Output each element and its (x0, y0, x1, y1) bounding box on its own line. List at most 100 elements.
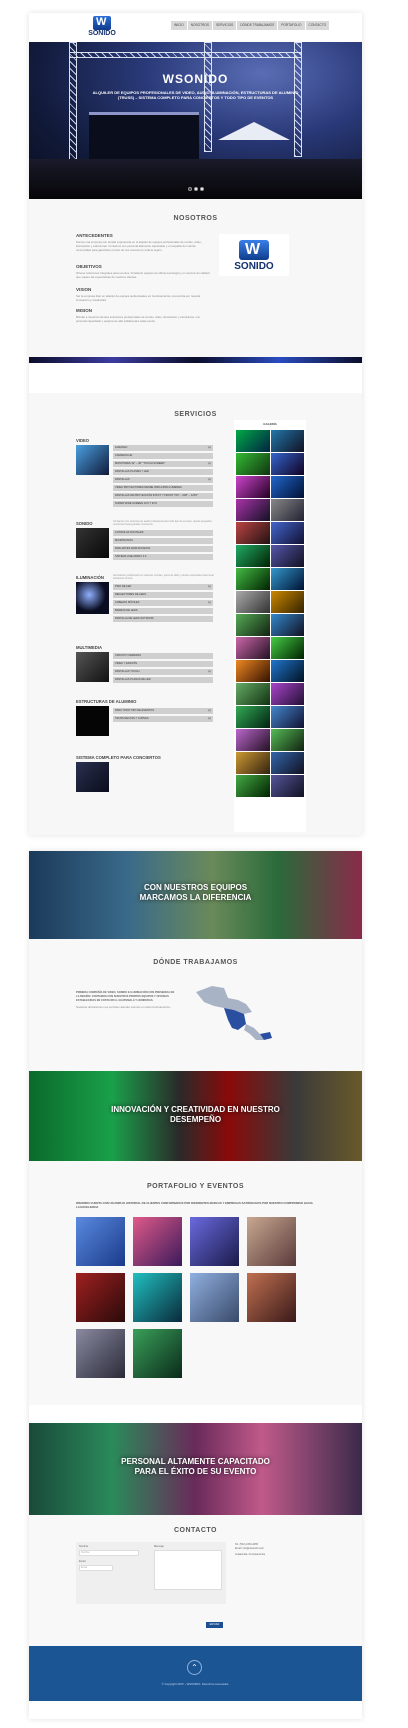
portfolio-image[interactable] (247, 1273, 296, 1322)
gallery-image[interactable] (236, 568, 270, 590)
service-item[interactable]: PANTALLAS TOUCH (+) (113, 669, 213, 675)
gallery-image[interactable] (236, 614, 270, 636)
gallery-panel: GALERÍA (234, 420, 306, 832)
site-header: SONIDO INICIO NOSOTROS SERVICIOS DÓNDE T… (29, 13, 362, 42)
section-title-portafolio: PORTAFOLIO Y EVENTOS (147, 1183, 244, 1190)
gallery-image[interactable] (236, 706, 270, 728)
contact-form: Nombre Nombre Email Email Mensaje ENVIAR (76, 1542, 226, 1628)
portfolio-image[interactable] (133, 1329, 182, 1378)
gallery-image[interactable] (270, 660, 304, 682)
portfolio-image[interactable] (76, 1217, 125, 1266)
service-item[interactable]: CIRCUITO CERRADO (113, 653, 213, 659)
input-mensaje[interactable] (154, 1550, 222, 1590)
banner-innovacion-text: INNOVACIÓN Y CREATIVIDAD EN NUESTRO DESE… (111, 1105, 280, 1124)
gallery-image[interactable] (236, 752, 270, 774)
section-title-contacto: CONTACTO (173, 1527, 218, 1534)
service-item[interactable]: PANTALLAS PLANAS DE LED (113, 677, 213, 683)
gallery-image[interactable] (236, 476, 270, 498)
service-item[interactable]: BARRAS DE LEDS (113, 608, 213, 614)
nav-donde-trabajamos[interactable]: DÓNDE TRABAJAMOS (237, 21, 278, 30)
slider-dot[interactable] (188, 187, 192, 191)
site-logo[interactable]: SONIDO (85, 16, 119, 40)
sonido-desc: Contamos con sistemas de audio profesion… (113, 520, 212, 527)
nav-portafolio[interactable]: PORTAFOLIO (278, 21, 305, 30)
service-item[interactable]: PISO DE LED (+) (113, 584, 213, 590)
nav-contacto[interactable]: CONTACTO (305, 21, 330, 30)
service-item[interactable]: SUPER WIDE SCREEN 16:9 Y 32:9 (113, 501, 213, 507)
portfolio-image[interactable] (76, 1273, 125, 1322)
service-item[interactable]: PANTALLAS DE PROYECCIÓN 6X8 FT Y FRONT 7… (113, 493, 213, 499)
gallery-image[interactable] (236, 522, 270, 544)
gallery-image[interactable] (270, 453, 304, 475)
gallery-image[interactable] (236, 775, 270, 797)
gallery-image[interactable] (236, 591, 270, 613)
send-button[interactable]: ENVIAR (206, 1622, 223, 1628)
service-item[interactable]: PARLANTES AMPLIFICADOS (113, 546, 213, 552)
service-item[interactable]: CABEZAS MÓVILES (+) (113, 600, 213, 606)
gallery-grid (236, 430, 304, 797)
gallery-image[interactable] (270, 637, 304, 659)
gallery-image[interactable] (270, 430, 304, 452)
gallery-image[interactable] (236, 499, 270, 521)
gallery-image[interactable] (270, 683, 304, 705)
gallery-image[interactable] (270, 545, 304, 567)
portfolio-image[interactable] (190, 1217, 239, 1266)
service-item[interactable]: MONITORES 32" – 46" "TOUCH SCREEN" (+) (113, 461, 213, 467)
nav-nosotros[interactable]: NOSOTROS (187, 21, 212, 30)
service-item[interactable]: MICRÓFONOS (113, 538, 213, 544)
service-item[interactable]: CONSOLAS DIGITALES (113, 530, 213, 536)
contact-email[interactable]: Email: info@wsonido.com (235, 1547, 315, 1551)
service-item[interactable]: PANTALLAS PLASMA Y LED (113, 469, 213, 475)
service-item[interactable]: VIDEO PROYECTORES DESDE 3500 A 8000 LÚME… (113, 485, 213, 491)
scroll-top-icon[interactable]: ⌃ (187, 1660, 202, 1675)
service-item[interactable]: CÁMARAS HD (113, 453, 213, 459)
slider-dot[interactable] (194, 187, 198, 191)
sonido-thumb (76, 528, 109, 558)
portfolio-image[interactable] (76, 1329, 125, 1378)
gallery-image[interactable] (270, 775, 304, 797)
map-region (244, 1024, 264, 1040)
category-conciertos: SISTEMA COMPLETO PARA CONCIERTOS (76, 755, 161, 760)
portfolio-image[interactable] (133, 1217, 182, 1266)
nav-inicio[interactable]: INICIO (171, 21, 187, 30)
page-bottom: CON NUESTROS EQUIPOS MARCAMOS LA DIFEREN… (29, 851, 362, 1719)
gallery-image[interactable] (270, 614, 304, 636)
gallery-image[interactable] (270, 522, 304, 544)
nosotros-logo-text: SONIDO (234, 261, 274, 272)
hero-slider: WSONIDO ALQUILER DE EQUIPOS PROFESIONALE… (29, 42, 362, 199)
logo-mark-icon (93, 16, 111, 30)
service-item[interactable]: PARA TODO TIPO DE EVENTOS (+) (113, 708, 213, 714)
section-title-nosotros: NOSOTROS (173, 215, 218, 222)
gallery-image[interactable] (270, 591, 304, 613)
service-item[interactable]: VIDEO Y EDICIÓN (113, 661, 213, 667)
gallery-image[interactable] (270, 476, 304, 498)
gallery-image[interactable] (236, 729, 270, 751)
gallery-image[interactable] (270, 729, 304, 751)
gallery-image[interactable] (236, 430, 270, 452)
portfolio-image[interactable] (247, 1217, 296, 1266)
input-email[interactable]: Email (79, 1565, 113, 1571)
portfolio-image[interactable] (133, 1273, 182, 1322)
nav-servicios[interactable]: SERVICIOS (213, 21, 237, 30)
service-item[interactable]: PANTALLAS (+) (113, 477, 213, 483)
gallery-image[interactable] (270, 499, 304, 521)
slider-dot[interactable] (200, 187, 204, 191)
gallery-image[interactable] (270, 568, 304, 590)
gallery-image[interactable] (270, 706, 304, 728)
service-item[interactable]: PANTALLA DE LEDS OUTDOOR (113, 616, 213, 622)
portfolio-image[interactable] (190, 1273, 239, 1322)
gallery-image[interactable] (236, 545, 270, 567)
service-item[interactable]: REFLECTORES DE LEDS (113, 592, 213, 598)
service-item[interactable]: TRUSS RECTAS Y CURVAS (+) (113, 716, 213, 722)
vision-title: VISION (76, 287, 92, 292)
gallery-image[interactable] (270, 752, 304, 774)
antecedentes-text: Somos una empresa con amplia experiencia… (76, 240, 202, 252)
gallery-image[interactable] (236, 453, 270, 475)
gallery-image[interactable] (236, 683, 270, 705)
service-item[interactable]: SISTEMA LINE ARRAY 2.0 (113, 554, 213, 560)
gallery-image[interactable] (236, 637, 270, 659)
service-item[interactable]: ALMANAC (+) (113, 445, 213, 451)
section-title-servicios: SERVICIOS (174, 411, 217, 418)
input-nombre[interactable]: Nombre (79, 1550, 139, 1556)
gallery-image[interactable] (236, 660, 270, 682)
